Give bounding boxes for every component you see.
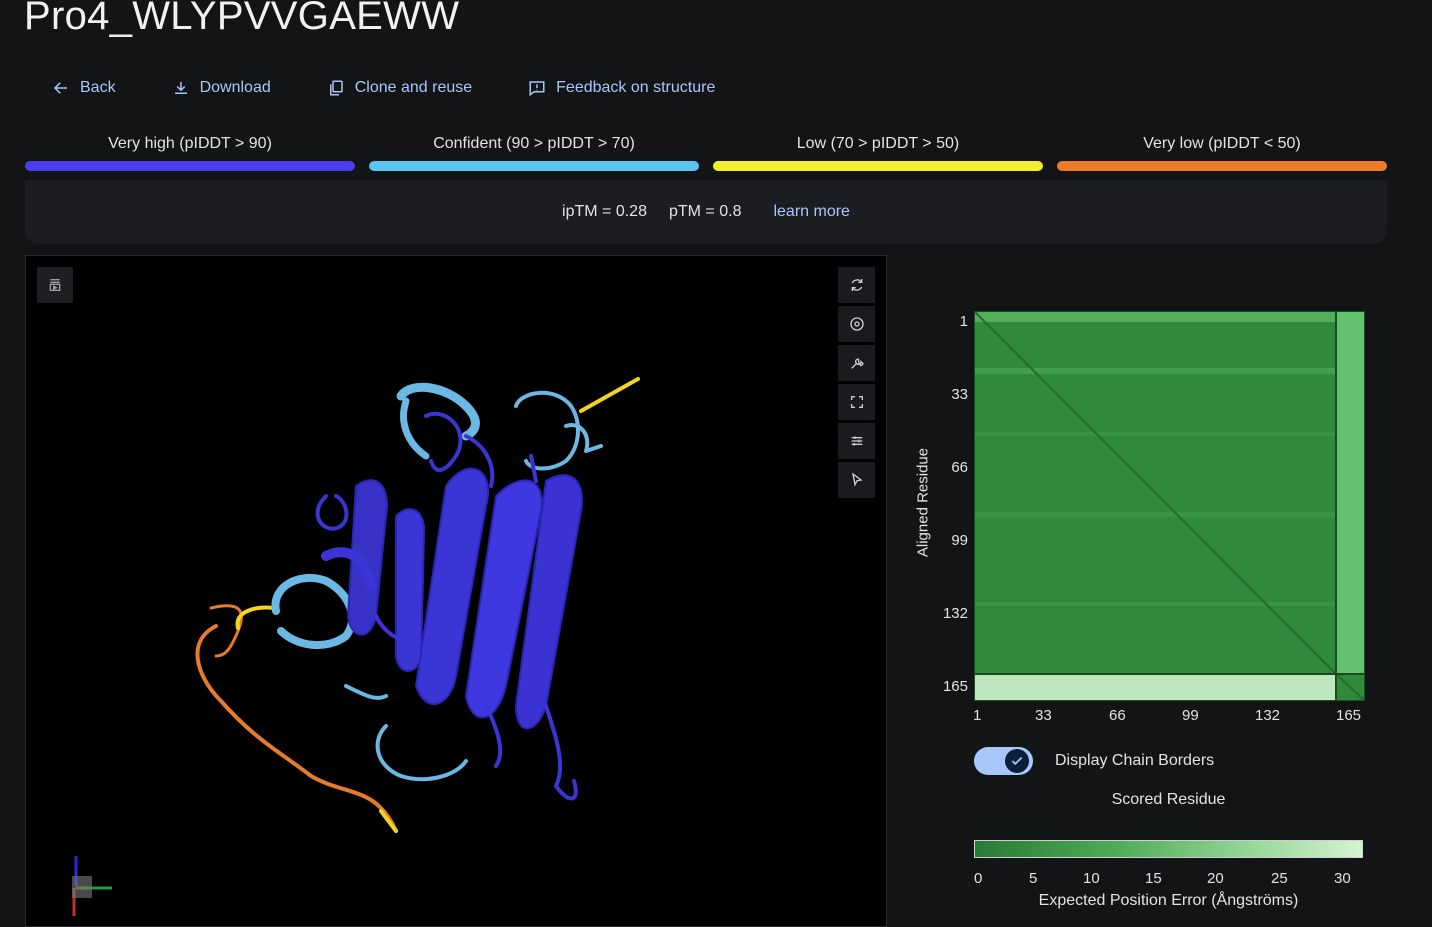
y-tick: 33 [951, 386, 968, 403]
pae-heatmap[interactable] [974, 311, 1365, 701]
select-mode-button[interactable] [838, 462, 875, 501]
x-tick: 165 [1336, 707, 1362, 724]
back-button[interactable]: Back [52, 79, 116, 97]
sliders-icon [851, 436, 862, 446]
y-tick: 99 [951, 532, 968, 549]
x-tick: 99 [1182, 707, 1199, 724]
pae-colorbar [974, 840, 1363, 858]
legend-confident: Confident (90 > pIDDT > 70) [369, 134, 699, 171]
settings-button[interactable] [838, 423, 875, 462]
colorbar-tick: 5 [1029, 870, 1038, 887]
pae-heatmap-graphic [975, 312, 1364, 700]
legend-label: Very low (pIDDT < 50) [1143, 135, 1301, 152]
pae-panel: Aligned Residue 1 33 66 99 132 165 1 33 … [905, 300, 1415, 912]
arrow-left-icon [53, 82, 67, 94]
restore-icon [49, 279, 61, 291]
legend-very-low: Very low (pIDDT < 50) [1057, 134, 1387, 171]
y-tick: 1 [959, 313, 968, 330]
ptm-value: pTM = 0.8 [668, 203, 742, 220]
axis-gizmo [72, 856, 112, 916]
x-axis-label: Scored Residue [1111, 791, 1226, 808]
colorbar-tick: 15 [1145, 870, 1162, 887]
x-tick: 33 [1035, 707, 1052, 724]
feedback-button[interactable]: Feedback on structure [528, 79, 715, 97]
legend-very-high: Very high (pIDDT > 90) [25, 134, 355, 171]
restore-button[interactable] [37, 267, 73, 303]
protein-structure-render [72, 377, 640, 916]
viewer-toolbar [838, 267, 875, 501]
colorbar-tick: 0 [974, 870, 983, 887]
legend-label: Confident (90 > pIDDT > 70) [433, 135, 635, 152]
legend-bar [713, 161, 1043, 171]
x-tick: 132 [1255, 707, 1281, 724]
x-tick: 1 [973, 707, 982, 724]
download-label: Download [199, 79, 271, 96]
plddt-legend: Very high (pIDDT > 90) Confident (90 > p… [25, 134, 1387, 171]
colorbar-title: Expected Position Error (Ångströms) [1038, 892, 1299, 909]
camera-icon [849, 317, 864, 331]
cursor-icon [851, 472, 863, 487]
chain-borders-toggle[interactable] [974, 747, 1033, 775]
colorbar-tick: 20 [1207, 870, 1224, 887]
refresh-icon [851, 279, 862, 291]
legend-bar [369, 161, 699, 171]
iptm-value: ipTM = 0.28 [562, 203, 647, 220]
fullscreen-button[interactable] [838, 384, 875, 423]
reset-view-button[interactable] [838, 267, 875, 306]
fullscreen-icon [850, 396, 863, 408]
y-tick: 66 [951, 459, 968, 476]
download-button[interactable]: Download [172, 79, 271, 97]
tools-button[interactable] [838, 345, 875, 384]
y-axis-label: Aligned Residue [914, 447, 932, 558]
screenshot-button[interactable] [838, 306, 875, 345]
feedback-icon [529, 81, 545, 97]
colorbar-tick: 10 [1083, 870, 1100, 887]
legend-bar [1057, 161, 1387, 171]
structure-viewer[interactable] [25, 255, 887, 927]
download-icon [174, 82, 187, 94]
toggle-knob [1005, 749, 1029, 773]
legend-label: Very high (pIDDT > 90) [108, 135, 272, 152]
toolbar: Back Download Clone and reuse Feedback o… [52, 76, 771, 100]
x-tick: 66 [1109, 707, 1126, 724]
y-tick: 132 [942, 605, 968, 622]
copy-icon [329, 80, 343, 96]
feedback-label: Feedback on structure [556, 79, 716, 96]
wrench-icon [850, 358, 864, 369]
clone-label: Clone and reuse [354, 79, 473, 96]
learn-more-link[interactable]: learn more [773, 203, 849, 221]
legend-bar [25, 161, 355, 171]
colorbar-tick: 25 [1271, 870, 1288, 887]
metrics-panel: ipTM = 0.28 pTM = 0.8 learn more [25, 180, 1387, 244]
check-icon [1011, 756, 1023, 766]
legend-low: Low (70 > pIDDT > 50) [713, 134, 1043, 171]
legend-label: Low (70 > pIDDT > 50) [796, 135, 960, 152]
chain-borders-label: Display Chain Borders [1055, 752, 1215, 769]
back-label: Back [80, 79, 116, 96]
clone-and-reuse-button[interactable]: Clone and reuse [327, 79, 472, 97]
colorbar-tick: 30 [1334, 870, 1351, 887]
page-title: Pro4_WLYPVVGAEWW [24, 0, 460, 38]
y-tick: 165 [942, 678, 968, 695]
